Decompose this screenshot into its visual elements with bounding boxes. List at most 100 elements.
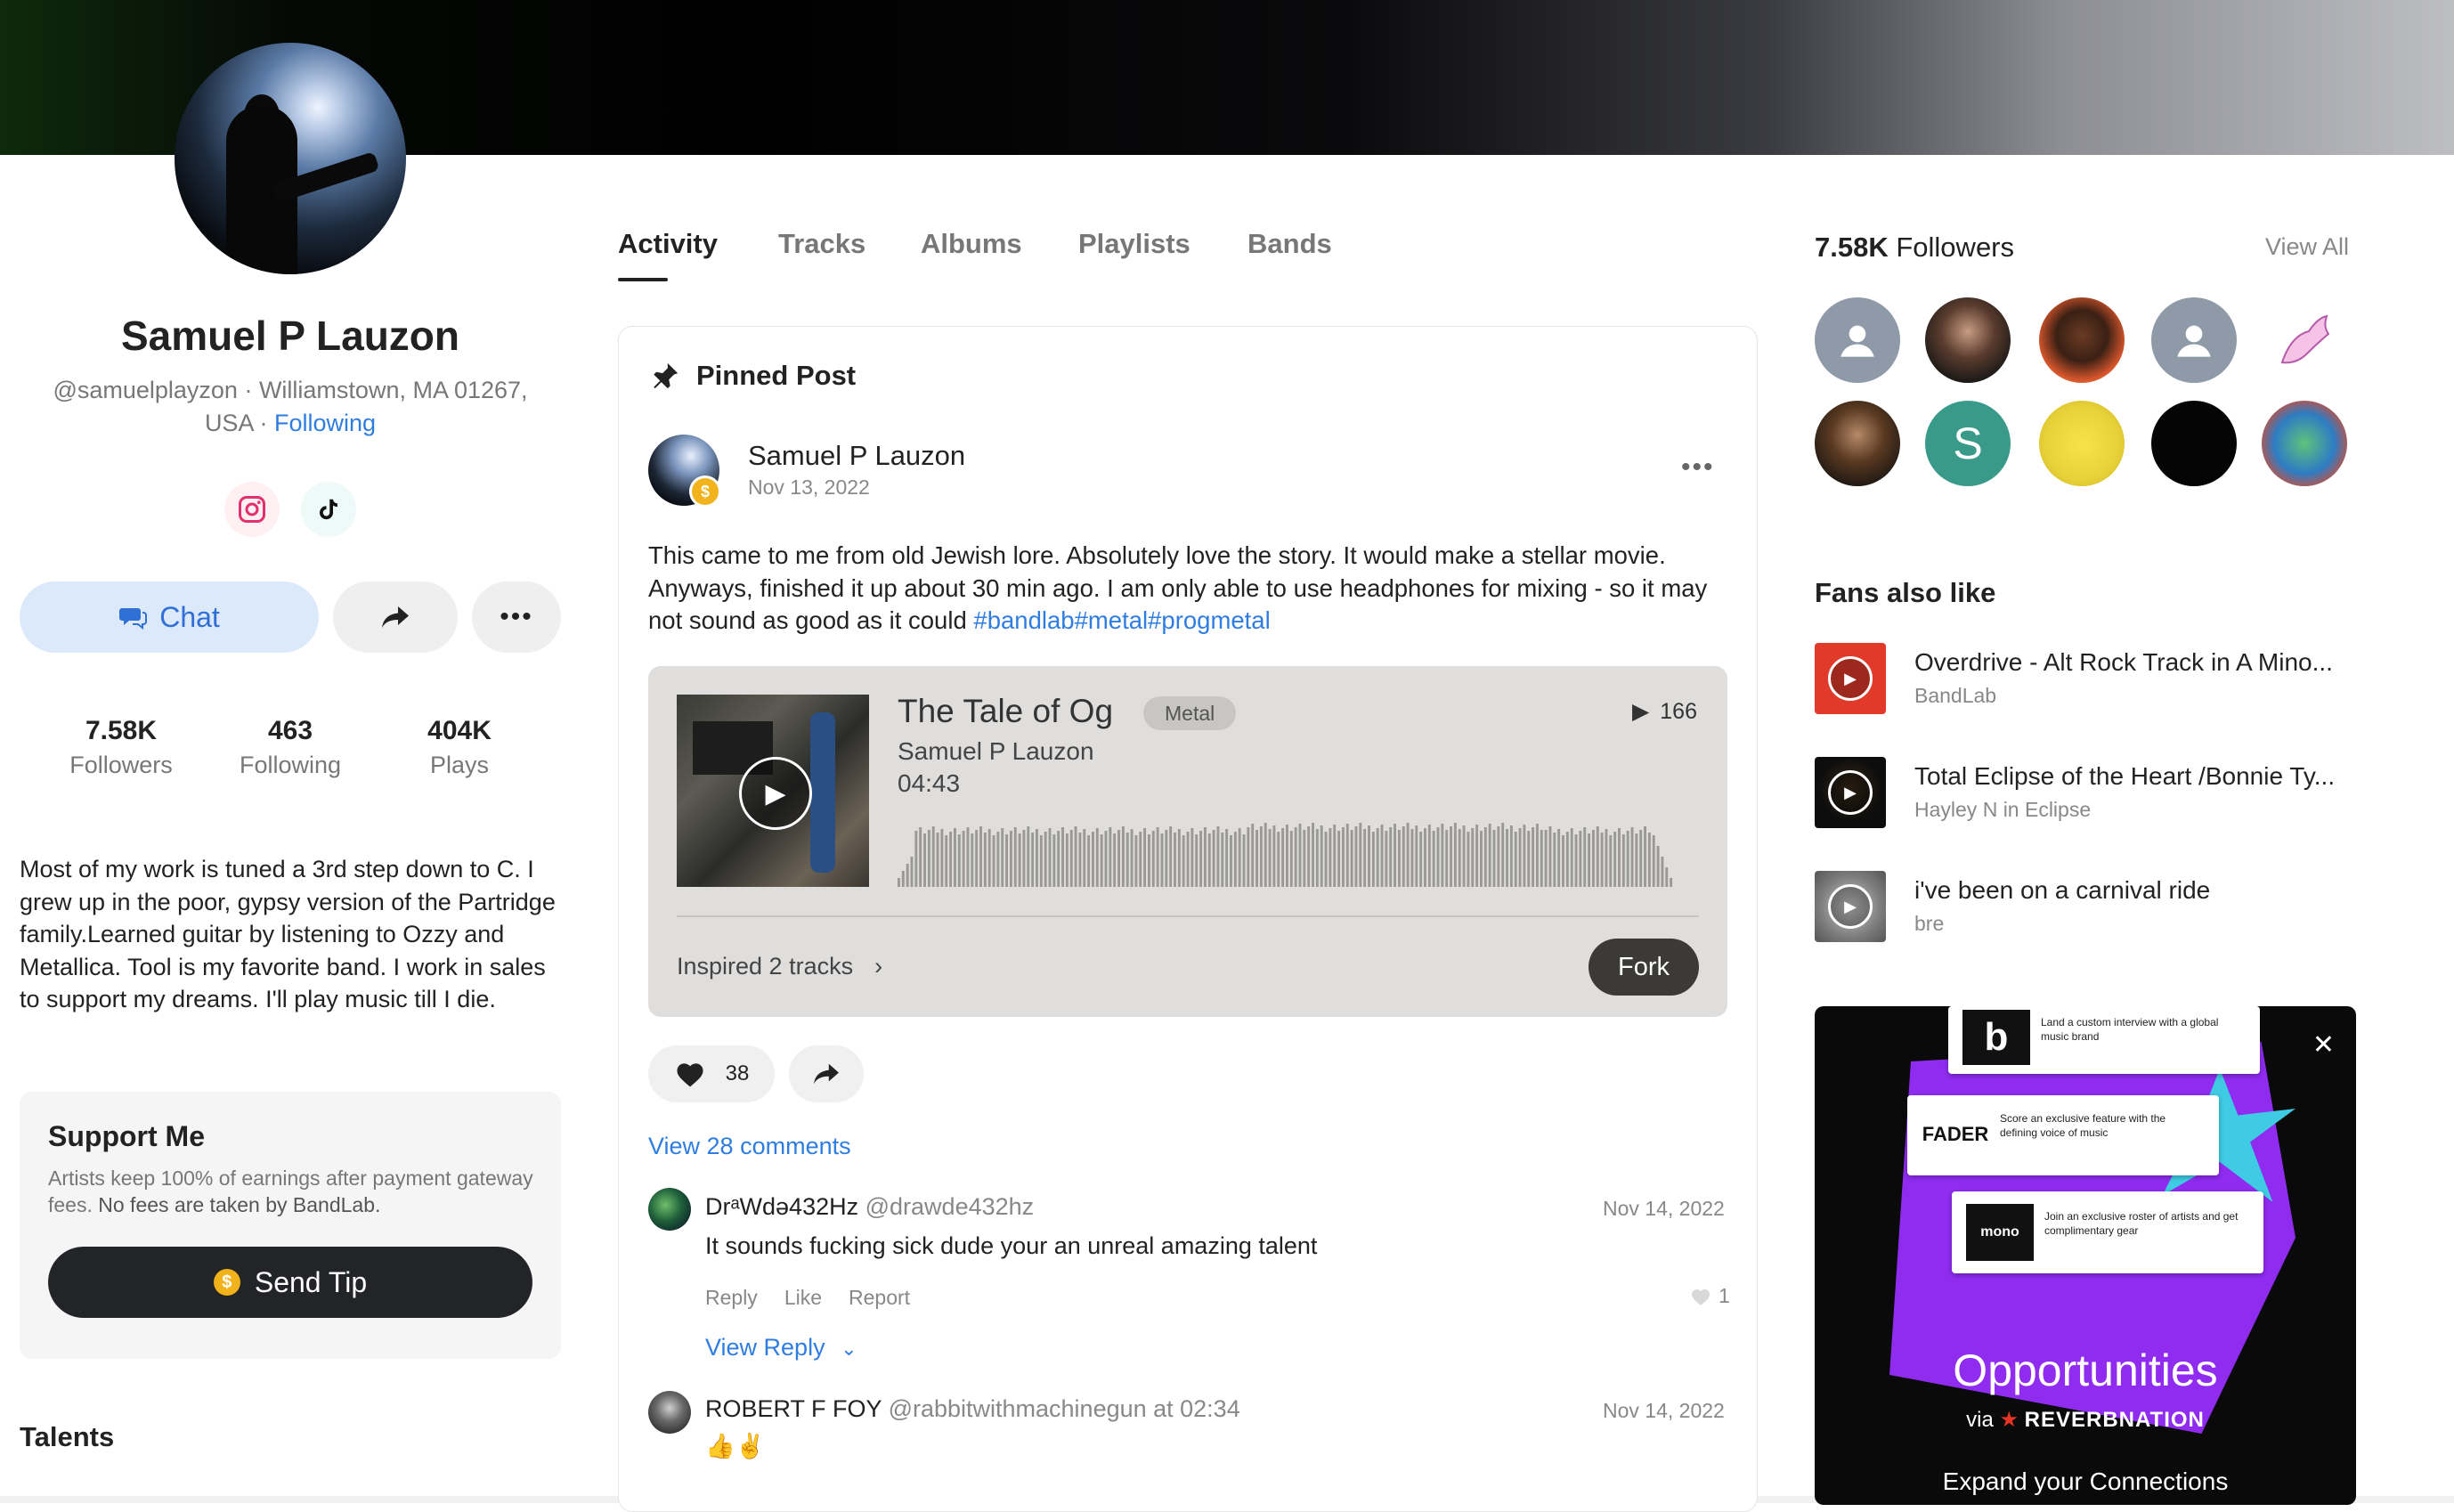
following-status-link[interactable]: Following <box>274 410 376 436</box>
stat-value: 7.58K <box>85 716 158 745</box>
send-tip-button[interactable]: $ Send Tip <box>48 1247 532 1318</box>
comment-avatar[interactable] <box>648 1188 691 1231</box>
follower-avatar[interactable] <box>1815 401 1900 486</box>
tab-playlists[interactable]: Playlists <box>1078 228 1190 260</box>
tab-bands[interactable]: Bands <box>1247 228 1332 260</box>
profile-avatar[interactable] <box>175 43 406 274</box>
fan-track-thumbnail[interactable]: ▶ <box>1815 871 1886 942</box>
waveform-bar <box>1052 834 1056 887</box>
waveform-bar <box>966 827 970 887</box>
follower-avatar[interactable] <box>2039 297 2125 383</box>
comment-author[interactable]: ROBERT F FOY @rabbitwithmachinegun at 02… <box>705 1395 1240 1423</box>
pink-creature-icon <box>2280 314 2330 364</box>
waveform-bar <box>1661 857 1664 887</box>
stat-label: Followers <box>69 752 173 778</box>
waveform-bar <box>1315 829 1319 887</box>
play-icon[interactable]: ▶ <box>1828 770 1873 815</box>
play-icon[interactable]: ▶ <box>739 757 812 830</box>
send-tip-label: Send Tip <box>254 1265 368 1298</box>
post-author-name[interactable]: Samuel P Lauzon <box>748 440 965 472</box>
opportunities-ad[interactable]: b Land a custom interview with a global … <box>1815 1006 2356 1505</box>
chat-button[interactable]: Chat <box>20 581 319 653</box>
follower-avatar[interactable] <box>2151 401 2237 486</box>
waveform-bar <box>1048 828 1052 887</box>
comment-like-count[interactable]: 1 <box>1690 1284 1730 1308</box>
waveform-bar <box>1380 825 1384 887</box>
pin-icon <box>654 362 679 389</box>
waveform-bar <box>1345 824 1349 887</box>
tab-activity[interactable]: Activity <box>618 228 718 260</box>
follower-avatar[interactable] <box>2262 297 2347 383</box>
post-hashtags[interactable]: #bandlab#metal#progmetal <box>973 606 1270 634</box>
more-options-button[interactable]: ••• <box>472 581 561 653</box>
play-icon[interactable]: ▶ <box>1828 884 1873 929</box>
comment-author[interactable]: DrᵃWdә432Hz @drawde432hz <box>705 1193 1034 1221</box>
follower-avatar[interactable] <box>2262 401 2347 486</box>
fork-button[interactable]: Fork <box>1589 939 1699 996</box>
track-title[interactable]: The Tale of Og <box>898 693 1113 730</box>
waveform-bar <box>1169 826 1173 887</box>
track-artist[interactable]: Samuel P Lauzon <box>898 737 1094 766</box>
follower-avatar[interactable] <box>2039 401 2125 486</box>
like-comment-button[interactable]: Like <box>784 1286 822 1310</box>
waveform-bar <box>1371 832 1375 887</box>
close-icon[interactable]: ✕ <box>2312 1029 2335 1061</box>
view-all-followers-link[interactable]: View All <box>2265 233 2349 261</box>
post-author-avatar[interactable]: $ <box>648 435 721 508</box>
play-icon[interactable]: ▶ <box>1828 656 1873 701</box>
view-reply-link[interactable]: View Reply ⌄ <box>705 1334 857 1362</box>
track-card[interactable]: ▶ The Tale of Og Metal Samuel P Lauzon 0… <box>648 666 1727 1017</box>
active-tab-indicator <box>618 278 668 281</box>
waveform-bar <box>1480 831 1483 887</box>
instagram-icon[interactable] <box>224 482 280 537</box>
ad-expand-text[interactable]: Expand your Connections <box>1815 1467 2356 1496</box>
genre-badge[interactable]: Metal <box>1143 696 1237 730</box>
waveform[interactable] <box>898 810 1674 887</box>
waveform-bar <box>1471 828 1475 887</box>
waveform-bar <box>1203 827 1207 887</box>
waveform-bar <box>1087 835 1091 887</box>
fan-track-subtitle[interactable]: BandLab <box>1914 684 1996 708</box>
waveform-bar <box>1255 830 1258 887</box>
follower-avatar[interactable] <box>1815 297 1900 383</box>
waveform-bar <box>1225 829 1229 887</box>
track-artwork[interactable]: ▶ <box>677 695 869 887</box>
tab-tracks[interactable]: Tracks <box>778 228 865 260</box>
repost-button[interactable] <box>789 1045 864 1102</box>
view-comments-link[interactable]: View 28 comments <box>648 1133 851 1160</box>
waveform-bar <box>1095 828 1099 887</box>
fan-track-title[interactable]: Total Eclipse of the Heart /Bonnie Ty... <box>1914 762 2335 791</box>
waveform-bar <box>1540 830 1543 887</box>
report-button[interactable]: Report <box>849 1286 910 1310</box>
fan-track-subtitle[interactable]: bre <box>1914 912 1944 936</box>
tiktok-icon[interactable] <box>301 482 356 537</box>
stat-followers[interactable]: 7.58K Followers <box>41 716 201 779</box>
waveform-bar <box>1397 830 1401 887</box>
stat-following[interactable]: 463 Following <box>210 716 370 779</box>
avatar-initial: S <box>1953 419 1983 468</box>
reply-button[interactable]: Reply <box>705 1286 758 1310</box>
fan-track-title[interactable]: i've been on a carnival ride <box>1914 876 2210 905</box>
share-button[interactable] <box>333 581 458 653</box>
waveform-bar <box>910 857 914 887</box>
ad-offer-text: Join an exclusive roster of artists and … <box>2044 1210 2239 1237</box>
waveform-bar <box>1074 826 1077 887</box>
comment-avatar[interactable] <box>648 1391 691 1434</box>
waveform-bar <box>1514 832 1517 887</box>
post-more-icon[interactable]: ••• <box>1681 452 1715 483</box>
like-button[interactable]: 38 <box>648 1045 775 1102</box>
fan-track-subtitle[interactable]: Hayley N in Eclipse <box>1914 798 2091 822</box>
follower-avatar[interactable] <box>1925 297 2011 383</box>
tab-albums[interactable]: Albums <box>921 228 1022 260</box>
waveform-bar <box>1001 828 1004 887</box>
waveform-bar <box>1190 828 1194 887</box>
fan-track-thumbnail[interactable]: ▶ <box>1815 757 1886 828</box>
inspired-tracks-link[interactable]: Inspired 2 tracks › <box>677 953 882 980</box>
post-text: This came to me from old Jewish lore. Ab… <box>648 540 1736 638</box>
follower-avatar[interactable] <box>2151 297 2237 383</box>
ad-title: Opportunities <box>1953 1345 2218 1395</box>
follower-avatar[interactable]: S <box>1925 401 2011 486</box>
waveform-bar <box>931 826 935 887</box>
fan-track-thumbnail[interactable]: ▶ <box>1815 643 1886 714</box>
fan-track-title[interactable]: Overdrive - Alt Rock Track in A Mino... <box>1914 648 2333 677</box>
